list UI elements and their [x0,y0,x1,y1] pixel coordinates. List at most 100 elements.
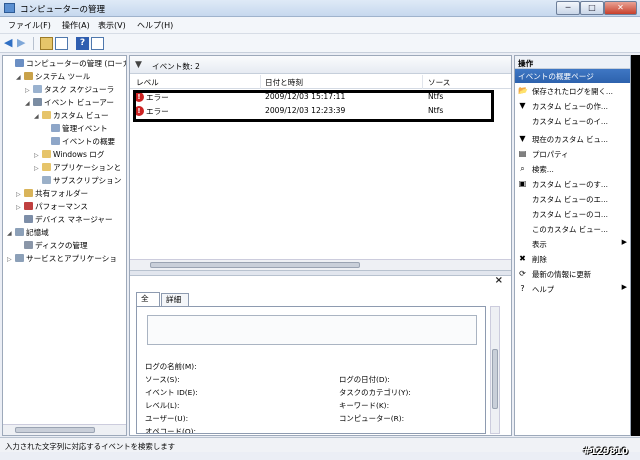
menu-view[interactable]: 表示(V) [98,20,126,31]
tree-item[interactable]: ◢ カスタム ビュー [34,110,109,122]
action-label: このカスタム ビュー... [532,225,608,234]
action-item[interactable]: カスタム ビューのエ... [515,191,630,206]
up-folder-icon[interactable] [40,37,53,50]
expander-icon[interactable]: ◢ [25,98,33,110]
tree-item[interactable]: ▷ タスク スケジューラ [25,84,114,96]
event-description-box[interactable] [147,315,477,345]
actions-pane: 操作 イベントの概要ページ 📂 保存されたログを開く... ▼ カスタム ビューの作.… [514,55,631,436]
refresh-icon: ⟳ [519,269,526,278]
column-separator[interactable] [260,75,261,89]
column-level[interactable]: レベル [136,77,159,88]
action-item[interactable]: このカスタム ビュー... [515,221,630,236]
detail-vertical-scrollbar[interactable] [490,306,500,434]
tree-item[interactable]: コンピューターの管理 (ローカ [7,58,127,70]
scrollbar-thumb[interactable] [492,349,498,409]
action-item[interactable]: ▼ 現在のカスタム ビュ... [515,131,630,146]
action-item[interactable]: ▼ カスタム ビューの作... [515,98,630,113]
show-hide-tree-icon[interactable] [55,37,68,50]
scrollbar-thumb[interactable] [150,262,360,268]
tree-item[interactable]: ◢ イベント ビューアー [25,97,114,109]
watermark: #129810 [583,447,629,457]
tree-item-label: イベント ビューアー [44,98,114,107]
create-view-icon: ▼ [519,101,526,110]
tree-item[interactable]: ◢ システム ツール [16,71,90,83]
submenu-arrow-icon: ▶ [621,238,627,246]
column-separator[interactable] [422,75,423,89]
tree-item-label: イベントの概要 [62,137,116,146]
action-label: カスタム ビューのエ... [532,195,608,204]
expander-icon[interactable]: ▷ [7,254,15,266]
tree-item[interactable]: サブスクリプション [34,175,121,187]
tab-details[interactable]: 詳細 [161,293,189,306]
submenu-arrow-icon: ▶ [621,283,627,291]
expander-icon[interactable]: ▷ [16,189,24,201]
expander-icon[interactable]: ▷ [34,150,42,162]
forward-arrow-icon[interactable]: ▶ [17,37,30,50]
action-item[interactable]: ⟳ 最新の情報に更新 [515,266,630,281]
action-item[interactable]: ✖ 削除 [515,251,630,266]
tree-item[interactable]: ▷ パフォーマンス [16,201,88,213]
tree-item[interactable]: ▷ 共有フォルダー [16,188,88,200]
expander-icon[interactable]: ◢ [7,228,15,240]
action-item[interactable]: ▤ プロパティ [515,146,630,161]
scrollbar-thumb[interactable] [15,427,95,433]
tab-general[interactable]: 全般 [136,292,160,315]
action-label: ヘルプ [532,285,555,294]
close-detail-icon[interactable]: × [495,275,503,286]
toolbar-separator [33,37,34,50]
menu-file[interactable]: ファイル(F) [8,20,51,31]
performance-icon [24,202,33,210]
expander-icon[interactable]: ▷ [25,85,33,97]
tree-item[interactable]: ▷ サービスとアプリケーショ [7,253,117,265]
close-button[interactable]: ✕ [604,1,637,15]
action-item[interactable]: ? ヘルプ ▶ [515,281,630,296]
menu-action[interactable]: 操作(A) [62,20,90,31]
tree-item[interactable]: デバイス マネージャー [16,214,113,226]
action-item[interactable]: 📂 保存されたログを開く... [515,83,630,98]
field-source: ソース(S): [145,375,180,384]
view-icon [518,239,527,248]
grid-horizontal-scrollbar[interactable] [130,259,511,270]
action-item[interactable]: カスタム ビューのイ... [515,113,630,128]
maximize-button[interactable]: □ [580,1,604,15]
column-datetime[interactable]: 日付と時刻 [265,77,303,88]
back-arrow-icon[interactable]: ◀ [4,37,17,50]
expander-icon[interactable]: ▷ [34,163,42,175]
filter-icon [51,137,60,145]
action-label: 表示 [532,240,547,249]
tree-item[interactable]: ◢ 記憶域 [7,227,49,239]
tree-item[interactable]: ▷ Windows ログ [34,149,105,161]
title-bar[interactable]: コンピューターの管理 ─ □ ✕ [0,0,640,17]
tree-item[interactable]: ▷ アプリケーションと [34,162,121,174]
properties-icon[interactable] [91,37,104,50]
expander-icon[interactable]: ◢ [16,72,24,84]
action-label: カスタム ビューのイ... [532,117,608,126]
action-item[interactable]: 表示 ▶ [515,236,630,251]
event-grid-header: レベル 日付と時刻 ソース [130,75,511,89]
tree-item[interactable]: イベントの概要 [43,136,115,148]
services-icon [15,254,24,262]
tree-horizontal-scrollbar[interactable] [3,424,126,435]
tree-item[interactable]: ディスクの管理 [16,240,88,252]
actions-section-header[interactable]: イベントの概要ページ [515,69,630,83]
status-bar: 入力された文字列に対応するイベントを検索します [0,437,640,452]
expander-icon[interactable]: ▷ [16,202,24,214]
menu-bar: ファイル(F) 操作(A) 表示(V) ヘルプ(H) [0,17,640,34]
menu-help[interactable]: ヘルプ(H) [137,20,173,31]
column-source[interactable]: ソース [428,77,450,88]
action-item[interactable]: カスタム ビューのコ... [515,206,630,221]
actions-header: 操作 [515,56,630,69]
device-manager-icon [24,215,33,223]
disk-icon [24,241,33,249]
find-icon: ⌕ [520,164,525,173]
event-pane-header: ▼ イベント数: 2 [130,56,511,74]
tree-item-label: コンピューターの管理 (ローカ [26,59,127,68]
action-item[interactable]: ⌕ 検索... [515,161,630,176]
action-item[interactable]: ▣ カスタム ビューのす... [515,176,630,191]
computer-management-icon [4,3,15,13]
minimize-button[interactable]: ─ [556,1,580,15]
tree-item[interactable]: 管理イベント [43,123,108,135]
expander-icon[interactable]: ◢ [34,111,42,123]
help-icon[interactable]: ? [76,37,89,50]
filter-icon: ▼ [135,60,142,70]
